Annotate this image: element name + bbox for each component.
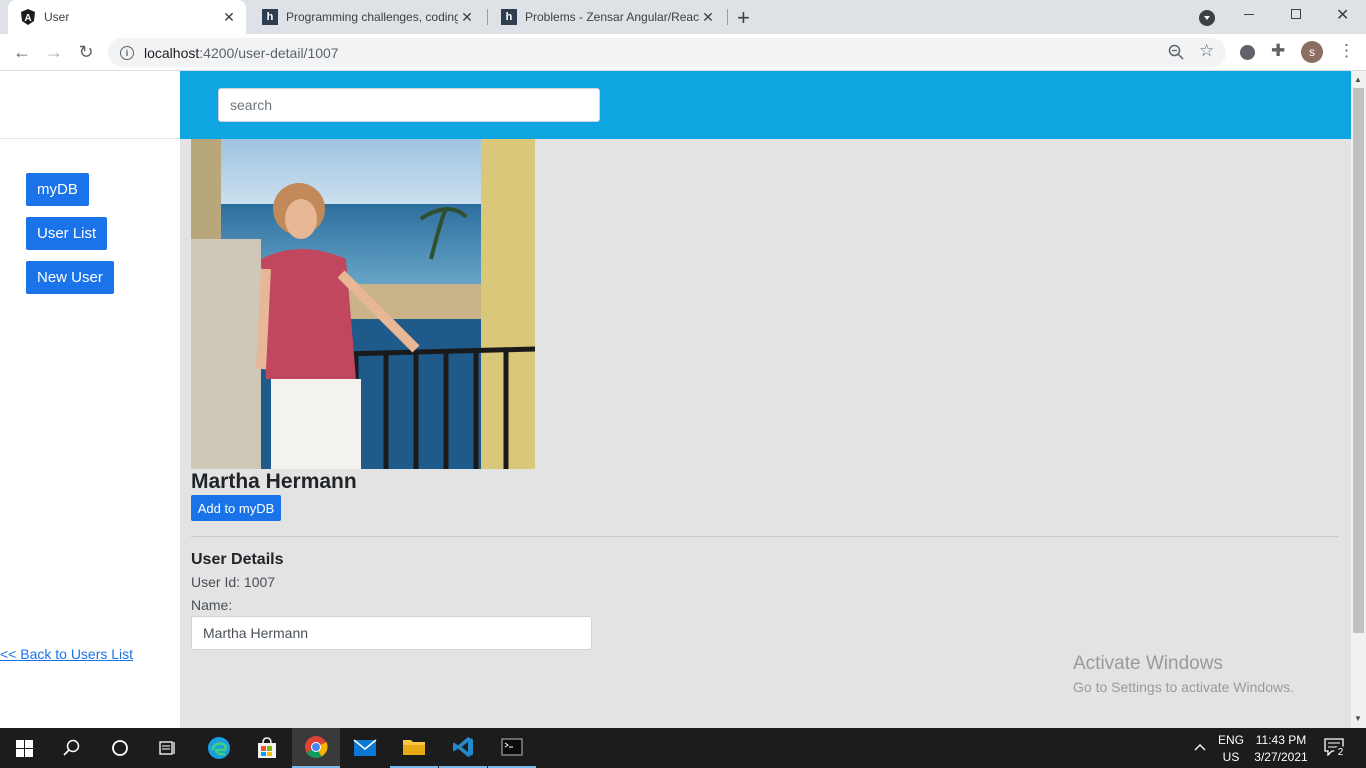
- vscode-icon[interactable]: [439, 728, 487, 768]
- user-id-value: 1007: [243, 574, 276, 590]
- sidebar-item-mydb[interactable]: myDB: [26, 173, 89, 206]
- browser-tab-strip: A User ✕ h Programming challenges, codin…: [0, 0, 1366, 34]
- language-code: ENG: [1218, 733, 1245, 747]
- user-photo: [191, 139, 535, 469]
- back-to-users-link[interactable]: << Back to Users List: [0, 646, 133, 662]
- forward-arrow-icon[interactable]: →: [41, 40, 67, 64]
- h-icon: h: [501, 9, 517, 25]
- sidebar-item-user-list[interactable]: User List: [26, 217, 108, 250]
- profile-avatar[interactable]: s: [1301, 41, 1323, 63]
- cortana-icon[interactable]: [96, 728, 144, 768]
- page-scrollbar[interactable]: ▲ ▼: [1351, 71, 1366, 728]
- browser-toolbar: ← → ↻ i localhost:4200/user-detail/1007 …: [0, 34, 1366, 71]
- watermark-line-2: Go to Settings to activate Windows.: [1073, 679, 1294, 695]
- task-view-icon[interactable]: [144, 728, 192, 768]
- tab-title: Programming challenges, coding: [286, 10, 458, 24]
- watermark-line-1: Activate Windows: [1073, 653, 1223, 674]
- site-info-icon[interactable]: i: [120, 45, 134, 60]
- user-id-row: User Id: 1007: [191, 574, 275, 590]
- more-menu-icon[interactable]: ⋮: [1338, 41, 1355, 61]
- tab-title: User: [44, 10, 70, 24]
- back-arrow-icon[interactable]: ←: [9, 40, 35, 64]
- extension-icon[interactable]: [1240, 45, 1255, 60]
- puzzle-extensions-icon[interactable]: ✚: [1271, 41, 1285, 61]
- bookmark-star-icon[interactable]: ☆: [1199, 41, 1214, 61]
- user-detail-content: Martha Hermann Add to myDB User Details …: [180, 139, 1351, 728]
- section-divider: [191, 536, 1338, 537]
- tab-user[interactable]: A User ✕: [8, 0, 246, 34]
- url-host: localhost: [144, 44, 200, 61]
- chrome-icon[interactable]: [292, 728, 340, 768]
- minimize-icon[interactable]: [1244, 14, 1254, 15]
- user-id-label: User Id:: [191, 574, 241, 590]
- name-label: Name:: [191, 597, 233, 613]
- tab-title: Problems - Zensar Angular/React: [525, 10, 699, 24]
- scroll-down-icon[interactable]: ▼: [1354, 714, 1362, 723]
- name-field[interactable]: [191, 616, 592, 650]
- new-tab-button[interactable]: +: [737, 5, 750, 31]
- close-tab-icon[interactable]: ✕: [220, 9, 238, 26]
- h-icon: h: [262, 9, 278, 25]
- scroll-up-icon[interactable]: ▲: [1354, 75, 1362, 84]
- edge-icon[interactable]: [195, 728, 243, 768]
- scrollbar-thumb[interactable]: [1353, 88, 1364, 633]
- tab-divider: [487, 9, 488, 25]
- clock[interactable]: 11:43 PM 3/27/2021: [1252, 733, 1310, 764]
- close-window-icon[interactable]: ✕: [1336, 5, 1349, 25]
- tab-problems[interactable]: h Problems - Zensar Angular/React ✕: [489, 0, 725, 34]
- add-to-mydb-button[interactable]: Add to myDB: [191, 495, 281, 521]
- tab-search-icon[interactable]: [1199, 10, 1215, 26]
- reload-icon[interactable]: ↻: [73, 40, 99, 64]
- mail-icon[interactable]: [341, 728, 389, 768]
- close-tab-icon[interactable]: ✕: [699, 9, 717, 26]
- file-explorer-icon[interactable]: [390, 728, 438, 768]
- restore-icon[interactable]: [1291, 9, 1301, 19]
- web-page: myDB User List New User search Martha He…: [0, 71, 1366, 728]
- user-details-title: User Details: [191, 551, 284, 568]
- terminal-icon[interactable]: [488, 728, 536, 768]
- search-input[interactable]: [218, 88, 600, 122]
- angular-icon: A: [20, 9, 36, 25]
- tab-divider: [727, 9, 728, 25]
- user-name-heading: Martha Hermann: [191, 470, 357, 493]
- top-header: [180, 71, 1351, 139]
- clock-date: 3/27/2021: [1254, 750, 1308, 764]
- chevron-up-icon[interactable]: [1194, 740, 1208, 754]
- windows-start-icon[interactable]: [0, 728, 48, 768]
- language-indicator[interactable]: ENG US: [1218, 733, 1244, 764]
- sidebar: myDB User List New User: [0, 71, 180, 728]
- activate-windows-watermark: Activate Windows Go to Settings to activ…: [1073, 653, 1294, 695]
- sidebar-divider: [0, 138, 180, 139]
- search-icon[interactable]: [48, 728, 96, 768]
- zoom-icon[interactable]: [1168, 44, 1184, 65]
- notification-count: 2: [1334, 746, 1347, 759]
- clock-time: 11:43 PM: [1255, 733, 1307, 747]
- region-code: US: [1222, 750, 1240, 764]
- url-path: :4200/user-detail/1007: [199, 44, 339, 61]
- svg-text:A: A: [24, 13, 31, 24]
- tab-programming-challenges[interactable]: h Programming challenges, coding ✕: [250, 0, 484, 34]
- close-tab-icon[interactable]: ✕: [458, 9, 476, 26]
- store-icon[interactable]: [243, 728, 291, 768]
- address-bar[interactable]: i localhost:4200/user-detail/1007 ☆: [108, 38, 1226, 67]
- sidebar-item-new-user[interactable]: New User: [26, 261, 114, 294]
- windows-taskbar: ENG US 11:43 PM 3/27/2021 2: [0, 728, 1366, 768]
- notification-center-icon[interactable]: 2: [1324, 738, 1348, 759]
